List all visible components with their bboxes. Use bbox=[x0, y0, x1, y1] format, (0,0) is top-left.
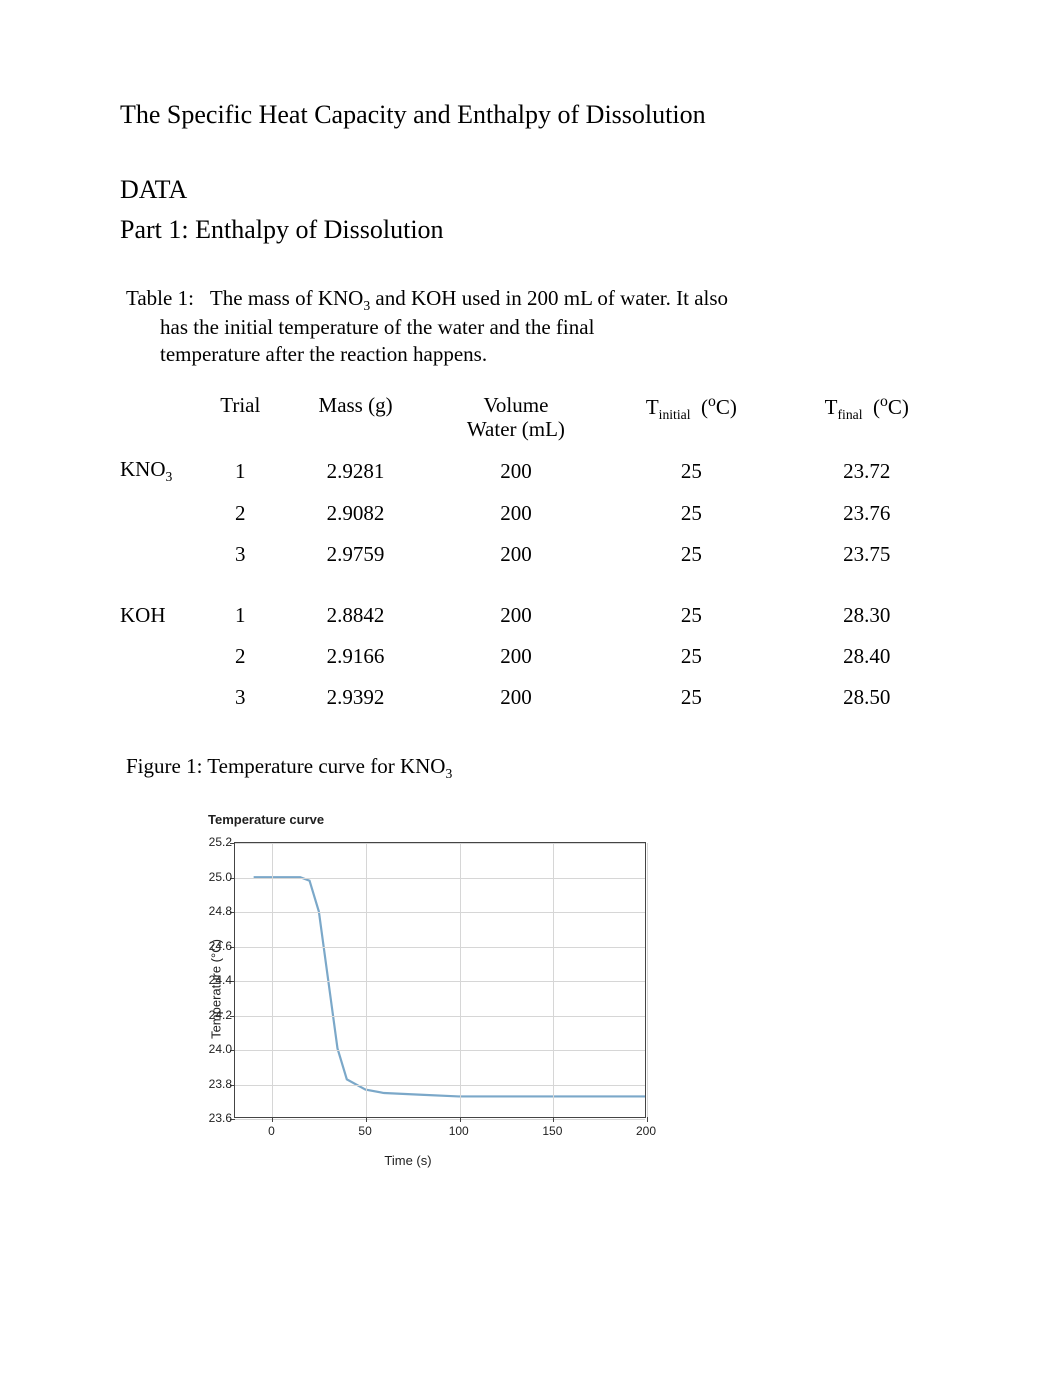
table1-caption-line2: has the initial temperature of the water… bbox=[126, 314, 822, 340]
page-title: The Specific Heat Capacity and Enthalpy … bbox=[120, 100, 952, 130]
cell: 25 bbox=[601, 493, 781, 534]
table-row: 32.97592002523.75 bbox=[120, 534, 952, 575]
table-row: 32.93922002528.50 bbox=[120, 677, 952, 718]
cell: 3 bbox=[200, 677, 280, 718]
ytick-label: 24.6 bbox=[190, 939, 232, 953]
group-label bbox=[120, 636, 200, 677]
table1-caption: Table 1:The mass of KNO3 and KOH used in… bbox=[120, 285, 952, 367]
cell: 28.40 bbox=[782, 636, 952, 677]
table-row: KNO312.92812002523.72 bbox=[120, 449, 952, 493]
cell: 28.30 bbox=[782, 595, 952, 636]
cell: 25 bbox=[601, 636, 781, 677]
part1-heading: Part 1: Enthalpy of Dissolution bbox=[120, 215, 952, 245]
col-volume-line1: Volume bbox=[483, 393, 548, 417]
xtick-label: 150 bbox=[542, 1124, 562, 1138]
figure1-caption-text: Figure 1: Temperature curve for KNO bbox=[126, 754, 445, 778]
group-label bbox=[120, 534, 200, 575]
ytick-label: 24.2 bbox=[190, 1008, 232, 1022]
table1-caption-line3: temperature after the reaction happens. bbox=[126, 341, 822, 367]
cell: 2 bbox=[200, 493, 280, 534]
cell: 200 bbox=[431, 449, 601, 493]
table1-caption-line1a: The mass of KNO bbox=[210, 286, 363, 310]
cell: 2.9082 bbox=[280, 493, 430, 534]
ytick-label: 24.0 bbox=[190, 1042, 232, 1056]
cell: 200 bbox=[431, 595, 601, 636]
cell: 25 bbox=[601, 595, 781, 636]
cell: 2 bbox=[200, 636, 280, 677]
figure1-chart: Temperature curve Temperature (°C) Time … bbox=[158, 804, 658, 1174]
cell: 2.9281 bbox=[280, 449, 430, 493]
chart-line bbox=[235, 843, 645, 1117]
ytick-label: 23.8 bbox=[190, 1077, 232, 1091]
col-volume: Volume Water (mL) bbox=[431, 385, 601, 449]
cell: 23.76 bbox=[782, 493, 952, 534]
chart-xlabel: Time (s) bbox=[384, 1153, 431, 1168]
cell: 2.9392 bbox=[280, 677, 430, 718]
cell: 25 bbox=[601, 449, 781, 493]
cell: 25 bbox=[601, 677, 781, 718]
ytick-label: 24.4 bbox=[190, 973, 232, 987]
ytick-label: 25.2 bbox=[190, 835, 232, 849]
chart-ylabel: Temperature (°C) bbox=[208, 939, 223, 1039]
col-volume-line2: Water (mL) bbox=[467, 417, 565, 441]
table1-caption-label: Table 1: bbox=[126, 286, 194, 310]
table-row: KOH12.88422002528.30 bbox=[120, 595, 952, 636]
cell: 23.72 bbox=[782, 449, 952, 493]
cell: 2.9759 bbox=[280, 534, 430, 575]
cell: 200 bbox=[431, 636, 601, 677]
figure1-caption: Figure 1: Temperature curve for KNO3 bbox=[120, 754, 952, 782]
table-row: 22.90822002523.76 bbox=[120, 493, 952, 534]
xtick-label: 50 bbox=[358, 1124, 371, 1138]
table-row: 22.91662002528.40 bbox=[120, 636, 952, 677]
ytick-label: 24.8 bbox=[190, 904, 232, 918]
col-mass: Mass (g) bbox=[280, 385, 430, 449]
col-tfinal: Tfinal (oC) bbox=[782, 385, 952, 449]
cell: 200 bbox=[431, 534, 601, 575]
xtick-label: 200 bbox=[636, 1124, 656, 1138]
cell: 200 bbox=[431, 677, 601, 718]
data-heading: DATA bbox=[120, 175, 952, 205]
col-tinitial: Tinitial (oC) bbox=[601, 385, 781, 449]
xtick-label: 0 bbox=[268, 1124, 275, 1138]
col-trial: Trial bbox=[200, 385, 280, 449]
cell: 1 bbox=[200, 449, 280, 493]
chart-title: Temperature curve bbox=[208, 812, 324, 827]
chart-series-line bbox=[254, 878, 645, 1097]
cell: 25 bbox=[601, 534, 781, 575]
group-label bbox=[120, 677, 200, 718]
cell: 3 bbox=[200, 534, 280, 575]
cell: 28.50 bbox=[782, 677, 952, 718]
group-label: KNO3 bbox=[120, 449, 200, 493]
ytick-label: 23.6 bbox=[190, 1111, 232, 1125]
cell: 2.8842 bbox=[280, 595, 430, 636]
table1-caption-line1b: and KOH used in 200 mL of water. It also bbox=[370, 286, 728, 310]
cell: 1 bbox=[200, 595, 280, 636]
group-label bbox=[120, 493, 200, 534]
group-label: KOH bbox=[120, 595, 200, 636]
ytick-label: 25.0 bbox=[190, 870, 232, 884]
cell: 23.75 bbox=[782, 534, 952, 575]
table1-header-row: Trial Mass (g) Volume Water (mL) Tinitia… bbox=[120, 385, 952, 449]
chart-plot-area bbox=[234, 842, 646, 1118]
xtick-label: 100 bbox=[449, 1124, 469, 1138]
cell: 200 bbox=[431, 493, 601, 534]
figure1-caption-sub: 3 bbox=[445, 766, 452, 781]
table1: Trial Mass (g) Volume Water (mL) Tinitia… bbox=[120, 385, 952, 718]
cell: 2.9166 bbox=[280, 636, 430, 677]
